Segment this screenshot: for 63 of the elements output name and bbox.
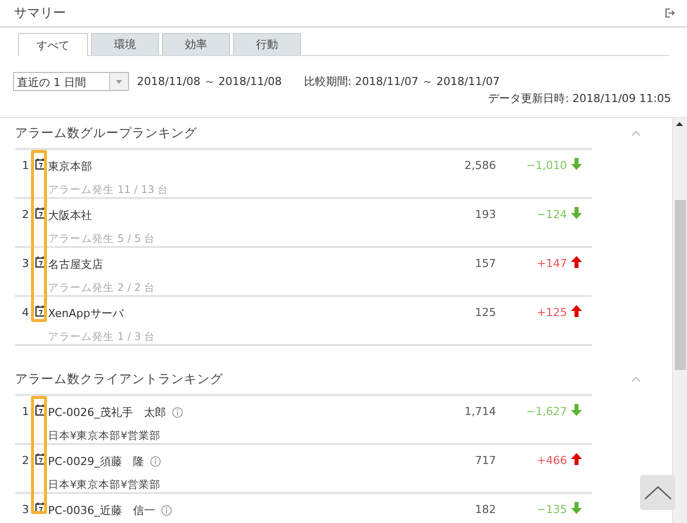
client-name[interactable]: PC-0036_近藤 信一 bbox=[48, 503, 155, 518]
calendar-icon bbox=[35, 502, 46, 514]
tab[interactable]: すべて bbox=[18, 33, 88, 56]
change-value: +466 bbox=[536, 454, 568, 467]
scrollbar[interactable] bbox=[672, 118, 687, 523]
tab[interactable]: 効率 bbox=[162, 33, 230, 55]
group-name[interactable]: XenAppサーバ bbox=[48, 306, 124, 321]
collapse-caret-icon[interactable] bbox=[631, 130, 641, 136]
period-dropdown[interactable]: 直近の 1 日間 bbox=[13, 72, 129, 91]
chevron-up-icon bbox=[644, 486, 672, 500]
client-name[interactable]: PC-0029_須藤 隆 bbox=[48, 454, 144, 469]
page-title: サマリー bbox=[14, 5, 66, 22]
tab[interactable]: 環境 bbox=[91, 33, 159, 55]
section-title: アラーム数クライアントランキング bbox=[15, 370, 223, 388]
alarm-count: 182 bbox=[474, 503, 496, 516]
collapse-caret-icon[interactable] bbox=[631, 376, 641, 382]
change-value: −135 bbox=[536, 503, 568, 516]
calendar-icon bbox=[35, 453, 46, 465]
department-path: 日本¥東京本部¥営業部 bbox=[48, 428, 162, 442]
group-name[interactable]: 大阪本社 bbox=[48, 208, 92, 223]
date-range: 2018/11/08 ～ 2018/11/08 bbox=[137, 74, 282, 89]
alarm-summary: アラーム発生 2 / 2 台 bbox=[48, 280, 156, 294]
alarm-count: 157 bbox=[474, 257, 496, 270]
updated-time: データ更新日時: 2018/11/09 11:05 bbox=[488, 92, 671, 105]
department-path: 日本¥東京本部¥営業部 bbox=[48, 478, 162, 492]
alarm-count: 2,586 bbox=[464, 159, 496, 172]
exit-icon[interactable] bbox=[665, 8, 675, 18]
change-value: −124 bbox=[536, 208, 568, 221]
calendar-icon bbox=[35, 256, 46, 268]
calendar-icon bbox=[35, 305, 46, 317]
alarm-summary: アラーム発生 1 / 3 台 bbox=[48, 330, 156, 344]
alarm-summary: アラーム発生 5 / 5 台 bbox=[48, 232, 156, 246]
calendar-icon bbox=[35, 404, 46, 416]
alarm-count: 1,714 bbox=[464, 405, 496, 418]
rank-number: 3 bbox=[21, 503, 30, 516]
rank-number: 2 bbox=[21, 208, 30, 221]
alarm-count: 125 bbox=[474, 306, 496, 319]
change-value: +125 bbox=[536, 306, 568, 319]
rank-number: 3 bbox=[21, 257, 30, 270]
group-name[interactable]: 東京本部 bbox=[48, 159, 92, 174]
change-value: +147 bbox=[536, 257, 568, 270]
alarm-count: 717 bbox=[474, 454, 496, 467]
info-icon[interactable] bbox=[160, 505, 172, 516]
alarm-summary: アラーム発生 11 / 13 台 bbox=[48, 182, 170, 196]
client-name[interactable]: PC-0026_茂礼手 太郎 bbox=[48, 405, 166, 420]
info-icon[interactable] bbox=[172, 407, 183, 418]
change-value: −1,627 bbox=[525, 405, 568, 418]
alarm-count: 193 bbox=[474, 208, 496, 221]
rank-number: 2 bbox=[21, 454, 30, 467]
comparison-period: 比較期間: 2018/11/07 ～ 2018/11/07 bbox=[304, 74, 500, 89]
dropdown-caret-icon bbox=[116, 80, 122, 84]
info-icon[interactable] bbox=[150, 456, 161, 467]
tab[interactable]: 行動 bbox=[233, 33, 301, 55]
change-value: −1,010 bbox=[525, 159, 568, 172]
rank-number: 1 bbox=[21, 159, 30, 172]
calendar-icon bbox=[35, 207, 46, 219]
calendar-icon bbox=[35, 158, 46, 170]
back-to-top-button[interactable] bbox=[640, 475, 675, 510]
scroll-up-arrow-icon[interactable] bbox=[676, 122, 683, 126]
section-title: アラーム数グループランキング bbox=[15, 124, 197, 142]
rank-number: 1 bbox=[21, 405, 30, 418]
group-name[interactable]: 名古屋支店 bbox=[48, 257, 103, 272]
rank-number: 4 bbox=[21, 306, 30, 319]
